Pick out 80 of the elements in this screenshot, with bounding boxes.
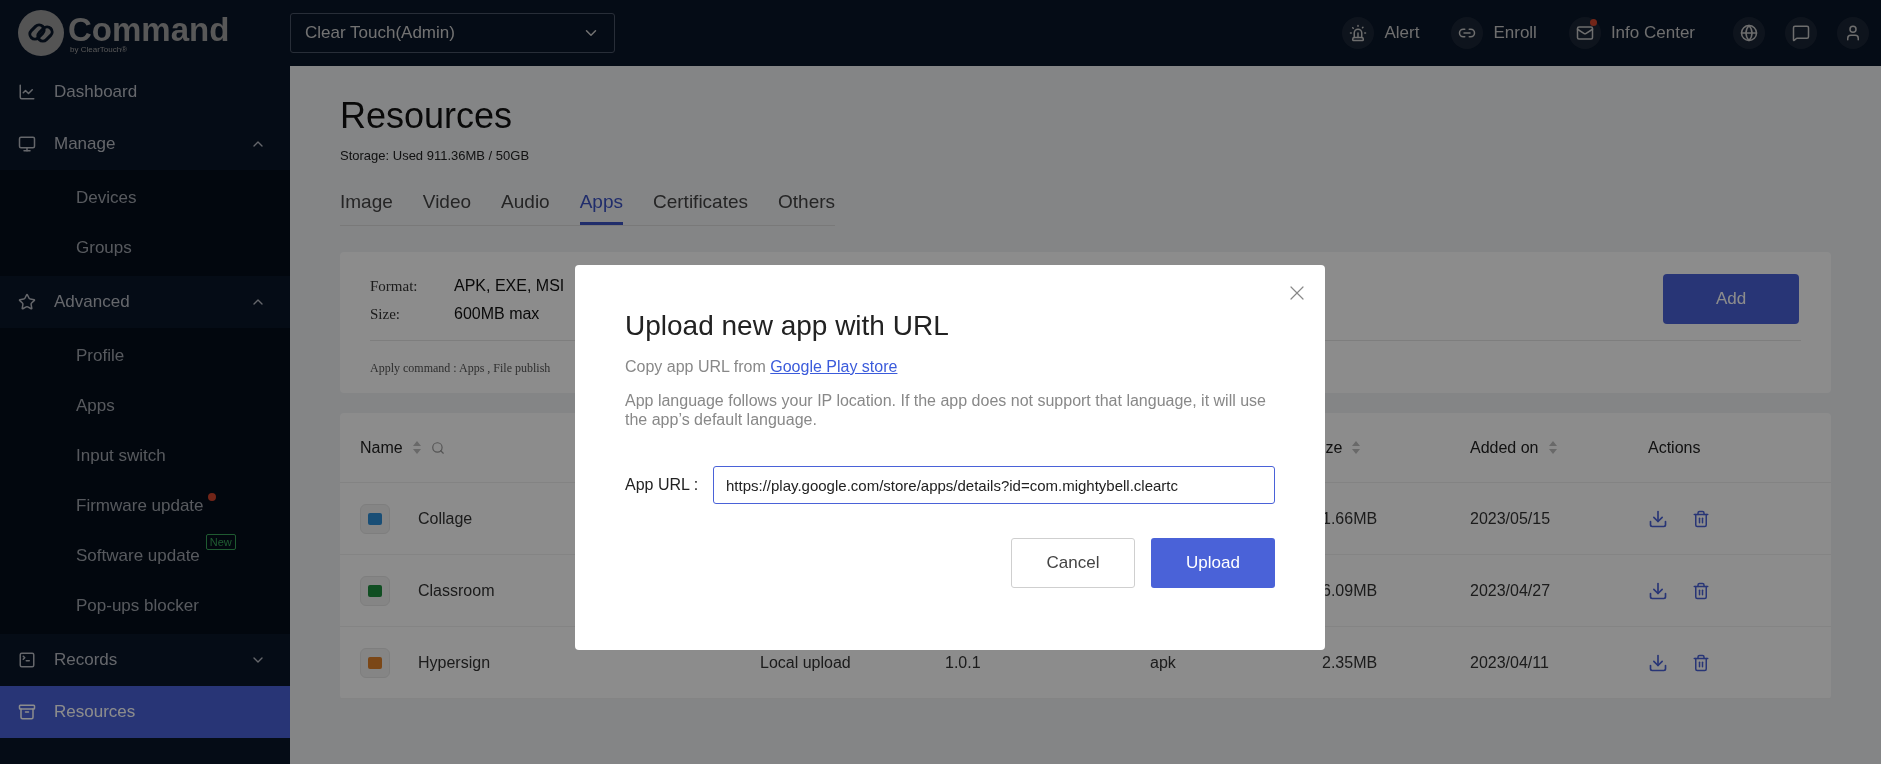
submenu-item[interactable]: Firmware update: [76, 493, 204, 519]
brand-name: Command: [68, 12, 230, 46]
logo-icon: [18, 10, 64, 56]
user-button[interactable]: [1837, 17, 1869, 49]
submenu-item[interactable]: Groups: [76, 235, 132, 261]
header-action-icon: [1349, 24, 1368, 42]
menu-icon: [18, 83, 36, 101]
language-button[interactable]: [1733, 17, 1765, 49]
submenu-item[interactable]: Pop-ups blocker: [76, 593, 199, 619]
header-action-icon: [1575, 24, 1594, 42]
field-label: App URL :: [625, 475, 700, 495]
sidebar-item[interactable]: Dashboard: [0, 66, 290, 118]
delete-icon[interactable]: [1692, 653, 1710, 672]
submenu-item[interactable]: Apps: [76, 393, 115, 419]
menu-icon: [18, 135, 36, 153]
info-label: Format:: [370, 277, 419, 296]
app-name: Classroom: [418, 580, 495, 601]
info-value: 600MB max: [454, 304, 541, 324]
user-icon: [1844, 24, 1862, 42]
app-name: Hypersign: [418, 652, 491, 673]
table-cell-text: 1.0.1: [945, 652, 982, 673]
sidebar-item[interactable]: Records: [0, 634, 290, 686]
menu-icon: [18, 293, 36, 311]
page-title: Resources: [340, 94, 514, 138]
table-cell-text: 2.35MB: [1322, 652, 1379, 673]
table-cell-text: Local upload: [760, 652, 852, 673]
upload-button[interactable]: Upload: [1151, 538, 1275, 588]
dialog-title: Upload new app with URL: [625, 309, 950, 343]
tab[interactable]: Video: [422, 187, 472, 225]
new-tag: New: [205, 534, 236, 550]
add-button[interactable]: Add: [1663, 274, 1799, 324]
globe-icon: [1740, 24, 1758, 42]
column-header: Actions: [1648, 437, 1701, 458]
info-value: APK, EXE, MSI: [454, 276, 565, 296]
header-action[interactable]: Enroll: [1451, 17, 1537, 49]
menu-icon: [18, 651, 36, 669]
table-cell-text: 2023/04/11: [1470, 652, 1550, 673]
table-cell-text: 2023/05/15: [1470, 508, 1552, 529]
app-icon: [360, 647, 390, 678]
submenu-item[interactable]: Devices: [76, 185, 137, 211]
google-play-link[interactable]: Google Play store: [770, 358, 898, 375]
sidebar-item[interactable]: Manage: [0, 118, 290, 170]
tab[interactable]: Certificates: [653, 187, 749, 225]
tab[interactable]: Apps: [579, 187, 623, 225]
app-name: Collage: [418, 508, 473, 529]
download-icon[interactable]: [1648, 652, 1668, 673]
app-icon: [360, 575, 390, 606]
sidebar-item[interactable]: Resources: [0, 686, 290, 738]
download-icon[interactable]: [1648, 508, 1668, 529]
dialog-instruction: Copy app URL from Google Play store: [625, 357, 899, 377]
header-action[interactable]: Alert: [1342, 17, 1420, 49]
tab[interactable]: Image: [340, 187, 393, 225]
sidebar-item[interactable]: Advanced: [0, 276, 290, 328]
dialog-note: App language follows your IP location. If the app does not support that language, it will use the app’s default language.: [625, 391, 1267, 429]
cancel-button[interactable]: Cancel: [1011, 538, 1135, 588]
column-header: Name: [360, 437, 403, 458]
column-header: Added on: [1470, 437, 1539, 458]
organization-dropdown[interactable]: Clear Touch(Admin): [290, 13, 615, 53]
delete-icon[interactable]: [1692, 581, 1710, 600]
submenu-item[interactable]: Software update: [76, 543, 200, 569]
submenu-item[interactable]: Profile: [76, 343, 125, 369]
submenu-item[interactable]: Input switch: [76, 443, 166, 469]
delete-icon[interactable]: [1692, 509, 1710, 528]
app-icon: [360, 503, 390, 534]
table-cell-text: 2023/04/27: [1470, 580, 1552, 601]
brand-tagline: by ClearTouch®: [70, 45, 129, 54]
storage-usage: Storage: Used 911.36MB / 50GB: [340, 147, 531, 165]
app-url-field[interactable]: https://play.google.com/store/apps/details?id=com.mightybell.cleartc: [713, 466, 1275, 504]
table-cell-text: 1.66MB: [1322, 508, 1379, 529]
apply-command-note: Apply command : Apps , File publish: [370, 361, 551, 375]
tab[interactable]: Audio: [501, 187, 550, 225]
tab[interactable]: Others: [778, 187, 836, 225]
table-cell-text: apk: [1150, 652, 1177, 673]
info-label: Size:: [370, 305, 401, 324]
menu-icon: [18, 703, 36, 721]
header-action[interactable]: Info Center: [1568, 17, 1695, 49]
download-icon[interactable]: [1648, 580, 1668, 601]
search-icon[interactable]: [430, 440, 445, 455]
chat-icon: [1792, 24, 1810, 42]
message-button[interactable]: [1785, 17, 1817, 49]
